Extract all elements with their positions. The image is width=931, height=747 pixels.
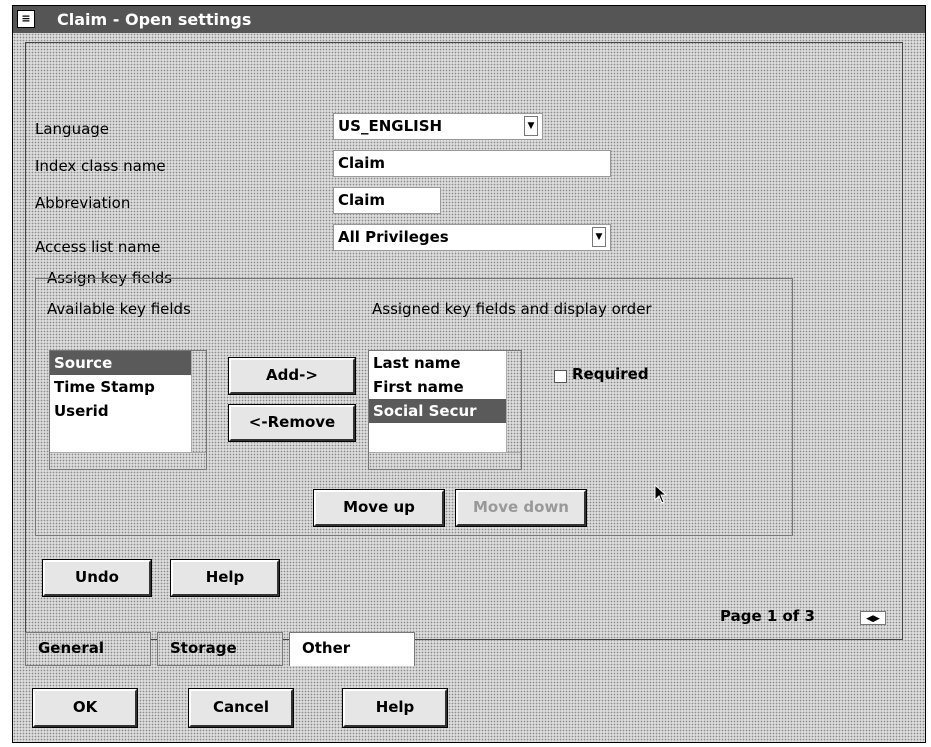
language-value: US_ENGLISH [338,117,443,135]
list-item[interactable]: Time Stamp [50,375,206,399]
list-item-label: Userid [54,402,109,420]
mouse-pointer-icon [654,484,668,504]
dialog-help-button[interactable]: Help [342,688,448,728]
available-key-fields-label: Available key fields [47,300,191,318]
settings-window: ≡ Claim - Open settings Language US_ENGL… [12,5,926,743]
tab-storage[interactable]: Storage [157,632,283,666]
horizontal-scrollbar[interactable] [50,452,206,469]
add-button[interactable]: Add-> [228,357,356,395]
index-class-value: Claim [338,154,386,172]
language-dropdown[interactable]: US_ENGLISH ▼ [333,113,543,140]
abbreviation-value: Claim [338,191,386,209]
list-item[interactable]: First name [369,375,521,399]
tab-label: Other [302,639,351,657]
access-list-value: All Privileges [338,228,449,246]
language-label: Language [35,120,110,138]
list-item[interactable]: Source [50,351,206,375]
access-list-label: Access list name [35,238,161,256]
index-class-label: Index class name [35,157,166,175]
tab-other[interactable]: Other [289,632,415,666]
abbreviation-label: Abbreviation [35,194,131,212]
list-item-label: Source [54,354,113,372]
list-item[interactable]: Last name [369,351,521,375]
list-item-label: Time Stamp [54,378,155,396]
window-title: Claim - Open settings [57,10,252,29]
remove-button[interactable]: <-Remove [228,404,356,442]
dropdown-arrow-icon[interactable]: ▼ [592,227,606,247]
index-class-input[interactable]: Claim [333,150,611,177]
move-down-button[interactable]: Move down [455,489,587,527]
required-checkbox[interactable] [554,370,567,383]
tab-general[interactable]: General [25,632,151,666]
abbreviation-input[interactable]: Claim [333,187,441,214]
page-help-button[interactable]: Help [170,559,280,597]
notebook-page: Language US_ENGLISH ▼ Index class name C… [25,42,903,640]
vertical-scrollbar[interactable] [506,351,521,453]
tab-label: Storage [170,639,237,657]
vertical-scrollbar[interactable] [191,351,206,453]
page-arrows-icon[interactable]: ◀▶ [860,611,886,625]
list-item[interactable]: Social Secur [369,399,521,423]
horizontal-scrollbar[interactable] [369,452,521,469]
move-up-button[interactable]: Move up [313,489,445,527]
undo-button[interactable]: Undo [42,559,152,597]
list-item-label: Last name [373,354,461,372]
available-key-fields-list[interactable]: Source Time Stamp Userid [49,350,207,470]
list-item-label: First name [373,378,464,396]
page-indicator: Page 1 of 3 [720,607,815,625]
dropdown-arrow-icon[interactable]: ▼ [524,116,538,136]
ok-button[interactable]: OK [32,688,138,728]
system-menu-icon[interactable]: ≡ [17,10,35,28]
list-item-label: Social Secur [373,402,477,420]
required-label: Required [572,365,649,383]
tab-label: General [38,639,104,657]
assigned-key-fields-label: Assigned key fields and display order [372,300,652,318]
assigned-key-fields-list[interactable]: Last name First name Social Secur [368,350,522,470]
cancel-button[interactable]: Cancel [188,688,294,728]
access-list-dropdown[interactable]: All Privileges ▼ [333,224,611,251]
title-bar[interactable]: ≡ Claim - Open settings [13,6,925,33]
list-item[interactable]: Userid [50,399,206,423]
